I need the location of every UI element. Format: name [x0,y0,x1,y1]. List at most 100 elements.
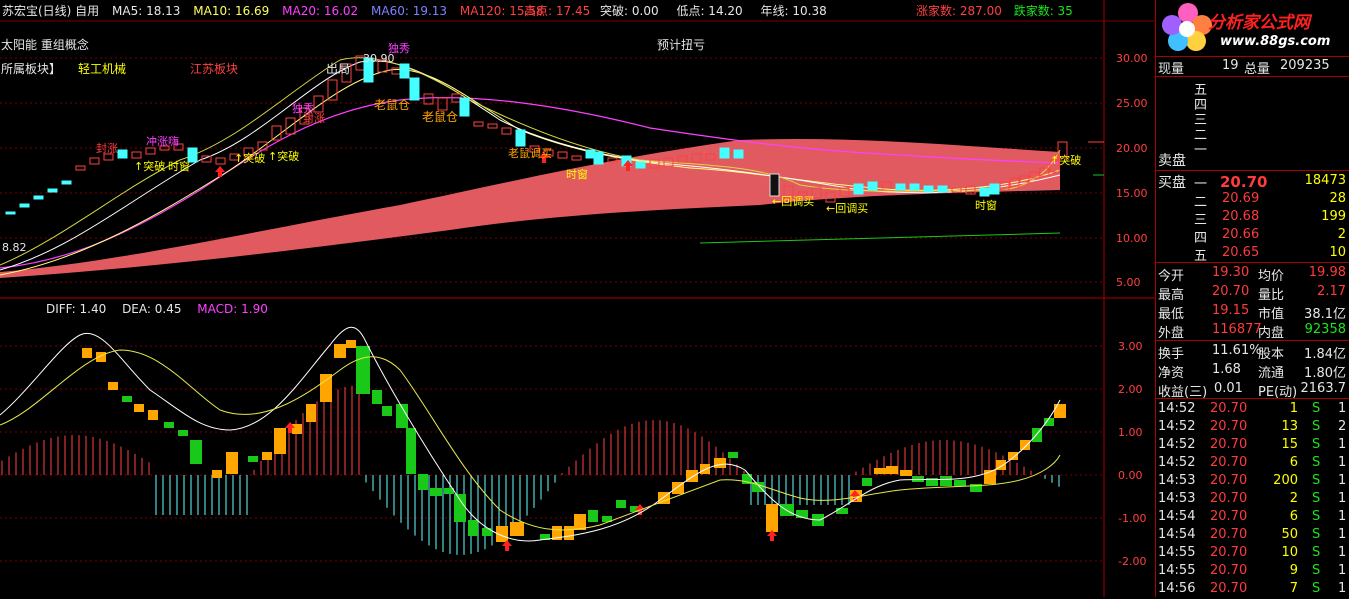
fin-value: 1.68 [1212,362,1241,377]
stat-value: 20.70 [1212,284,1250,299]
tick-row[interactable]: 14:55 20.70 9 S 1 [1156,562,1349,581]
candle [867,181,878,191]
kline-chart[interactable] [0,0,1155,597]
buy-volume: 28 [1329,191,1346,206]
tick-count: 1 [1338,581,1347,596]
candle [989,183,1000,195]
macd-tick-label: 0.00 [1118,469,1143,482]
ma5-value: MA5: 18.13 [112,4,181,18]
tick-price: 20.70 [1210,527,1248,542]
zongliang-value: 209235 [1280,58,1330,73]
tick-volume: 9 [1289,563,1298,578]
annotation-laoshu-huitiao: 老鼠调买 [508,147,552,160]
candle [473,121,484,127]
tick-time: 14:52 [1158,455,1196,470]
stat-label: 最高 [1158,288,1185,303]
dea-line [0,349,1061,531]
macd-signal-block [574,514,586,530]
stat-label: 今开 [1158,269,1185,284]
macd-signal-block [954,480,966,486]
fin-row: 净资 1.68 流通 1.80亿 [1156,361,1349,381]
tick-price: 20.70 [1210,491,1248,506]
tick-count: 1 [1338,491,1347,506]
macd-signal-block [616,500,626,508]
macd-signal-block [836,508,848,514]
annotation-shichuang-2: 时窗 [566,168,588,181]
macd-signal-block [292,424,302,434]
tick-row[interactable]: 14:55 20.70 10 S 1 [1156,544,1349,563]
fin-row: 换手 11.61% 股本 1.84亿 [1156,342,1349,362]
break-value: 突破: 0.00 [600,4,659,18]
tick-row[interactable]: 14:54 20.70 6 S 1 [1156,508,1349,527]
tick-row[interactable]: 14:53 20.70 2 S 1 [1156,490,1349,509]
stats-row: 今开 19.30 均价 19.98 [1156,264,1349,284]
macd-signal-block [134,404,144,412]
buy-volume: 18473 [1304,173,1346,188]
stock-concept: 太阳能 重组概念 [1,38,89,52]
tick-count: 1 [1338,563,1347,578]
macd-signal-block [148,410,158,420]
macd-signal-block [766,504,778,532]
panel-divider [1156,262,1349,263]
tick-time: 14:52 [1158,401,1196,416]
tick-row[interactable]: 14:54 20.70 50 S 1 [1156,526,1349,545]
tick-volume: 200 [1273,473,1298,488]
macd-signal-block [178,430,188,436]
tick-row[interactable]: 14:52 20.70 13 S 2 [1156,418,1349,437]
macd-signal-block [940,476,952,486]
tick-row[interactable]: 14:56 20.70 7 S 1 [1156,580,1349,599]
candle [487,123,498,129]
up-count: 涨家数: 287.00 [916,4,1002,18]
candle [61,180,72,185]
candle [19,203,30,208]
candle [593,151,604,165]
macd-signal-block [1008,452,1018,460]
tick-side: S [1312,581,1321,596]
tick-volume: 15 [1281,437,1298,452]
macd-tick-label: -2.00 [1118,555,1147,568]
panel-divider [1156,170,1349,171]
macd-tick-label: 3.00 [1118,340,1143,353]
candle [937,185,948,193]
fin-value: 2163.7 [1300,381,1347,396]
macd-signal-block [874,468,886,474]
tick-side: S [1312,491,1321,506]
macd-signal-block [248,456,258,462]
stat-label: 内盘 [1258,326,1285,341]
macd-signal-block [108,382,118,390]
annotation-huitiao-1: ←回调买 [772,195,815,208]
chart-area[interactable]: 苏宏宝(日线) 自用 MA5: 18.13 MA10: 16.69 MA20: … [0,0,1155,597]
sector-label: 所属板块】 [1,62,62,76]
dea-value: DEA: 0.45 [122,302,182,316]
chart-title: 苏宏宝(日线) 自用 [2,4,100,18]
tick-time: 14:55 [1158,545,1196,560]
tick-volume: 6 [1289,509,1298,524]
tick-row[interactable]: 14:52 20.70 15 S 1 [1156,436,1349,455]
macd-signal-block [382,406,392,416]
tick-row[interactable]: 14:52 20.70 6 S 1 [1156,454,1349,473]
panel-divider [1156,398,1349,399]
tick-row[interactable]: 14:52 20.70 1 S 1 [1156,400,1349,419]
fin-label: 净资 [1158,366,1185,381]
candle [459,97,470,117]
macd-signal-block [912,476,924,482]
tick-side: S [1312,473,1321,488]
candle [853,183,864,195]
xianliang-label: 现量 [1158,62,1185,77]
high-low-bar: 高点: 17.45 突破: 0.00 低点: 14.20 年线: 10.38 [524,2,827,19]
candle [271,125,282,141]
candle [571,155,582,161]
annotation-chongchao: 冲涨嗨 [146,135,179,148]
fin-label: 股本 [1258,347,1285,362]
annotation-fengzhang-2: 封涨 [96,142,118,155]
tick-count: 1 [1338,509,1347,524]
macd-signal-block [372,390,382,404]
tick-row[interactable]: 14:53 20.70 200 S 1 [1156,472,1349,491]
macd-signal-block [190,440,202,464]
tick-side: S [1312,437,1321,452]
annotation-tupo-2: ↑突破 [234,152,266,165]
macd-signal-block [1020,440,1030,450]
macd-tick-label: -1.00 [1118,512,1147,525]
candle [557,151,568,159]
low-value: 低点: 14.20 [676,4,743,18]
